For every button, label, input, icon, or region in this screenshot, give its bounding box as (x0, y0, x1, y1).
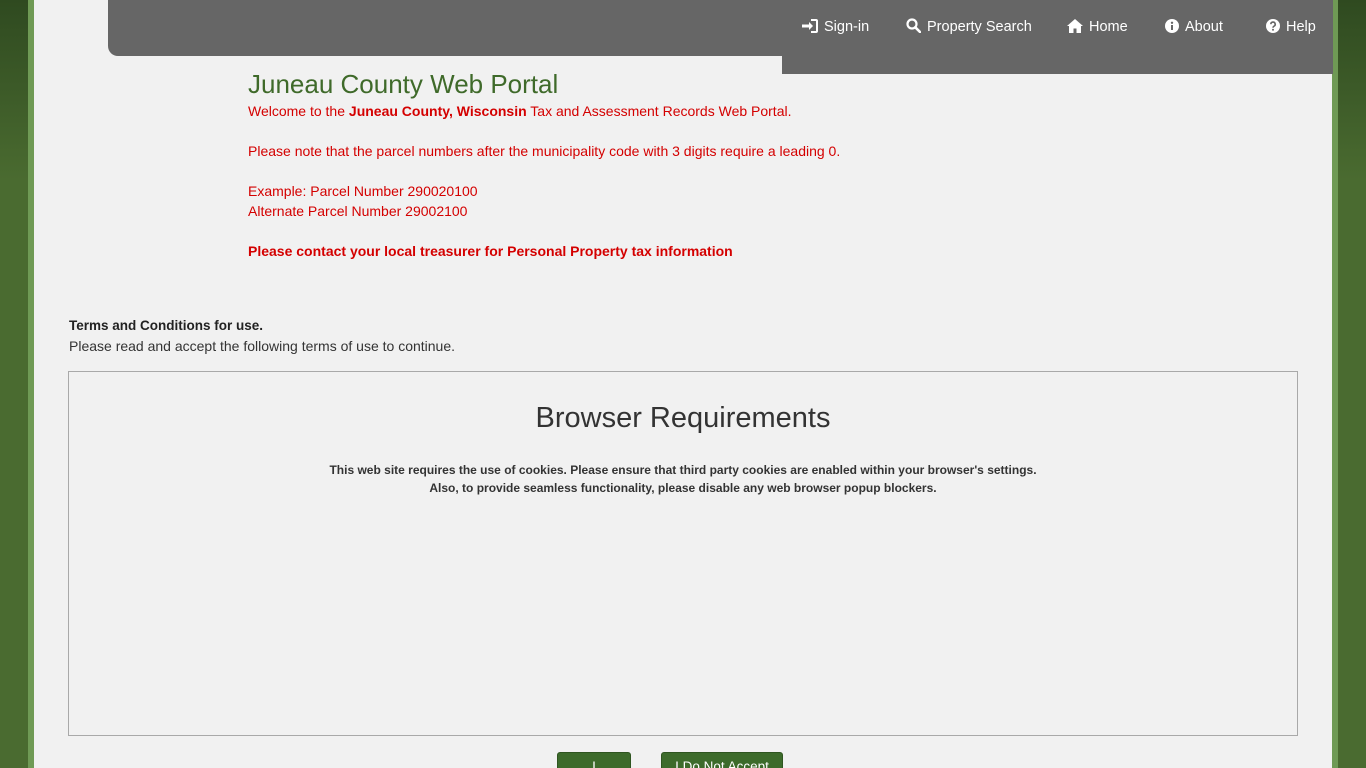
terms-heading: Terms and Conditions for use. (69, 318, 264, 333)
welcome-county-name: Juneau County, Wisconsin (348, 103, 527, 119)
top-nav-bar-extension (782, 56, 1333, 74)
search-icon (906, 18, 922, 34)
home-icon (1067, 19, 1083, 33)
nav-home-link[interactable]: Home (1067, 17, 1128, 37)
help-icon (1266, 19, 1280, 33)
terms-content-box[interactable]: Browser Requirements This web site requi… (68, 371, 1298, 736)
nav-property-search-link[interactable]: Property Search (906, 17, 1032, 37)
page-title: Juneau County Web Portal (248, 69, 559, 99)
parcel-example: Example: Parcel Number 290020100 (248, 183, 478, 199)
nav-about-label: About (1185, 19, 1223, 35)
nav-help-link[interactable]: Help (1266, 17, 1316, 37)
browser-requirements-title: Browser Requirements (535, 402, 831, 434)
welcome-suffix: Tax and Assessment Records Web Portal. (526, 103, 792, 119)
top-nav-bar (108, 0, 1333, 56)
cookies-requirement-text: This web site requires the use of cookie… (329, 463, 1037, 477)
nav-property-search-label: Property Search (927, 19, 1032, 35)
nav-home-label: Home (1089, 19, 1128, 35)
welcome-prefix: Welcome to the (248, 103, 349, 119)
treasurer-contact-note: Please contact your local treasurer for … (248, 243, 733, 259)
decline-button[interactable]: I Do Not Accept (661, 752, 783, 768)
welcome-message: Welcome to the Juneau County, Wisconsin … (248, 102, 792, 120)
sign-in-icon (802, 19, 818, 33)
info-icon (1165, 19, 1179, 33)
terms-instructions: Please read and accept the following ter… (69, 338, 456, 354)
nav-about-link[interactable]: About (1165, 17, 1223, 37)
nav-help-label: Help (1286, 19, 1316, 35)
nav-sign-in-label: Sign-in (824, 19, 870, 35)
parcel-number-note: Please note that the parcel numbers afte… (248, 143, 841, 159)
popup-blocker-requirement-text: Also, to provide seamless functionality,… (429, 481, 937, 495)
accept-button[interactable]: I Accept (557, 752, 631, 768)
nav-sign-in-link[interactable]: Sign-in (802, 17, 869, 37)
alternate-parcel-example: Alternate Parcel Number 29002100 (248, 203, 468, 219)
